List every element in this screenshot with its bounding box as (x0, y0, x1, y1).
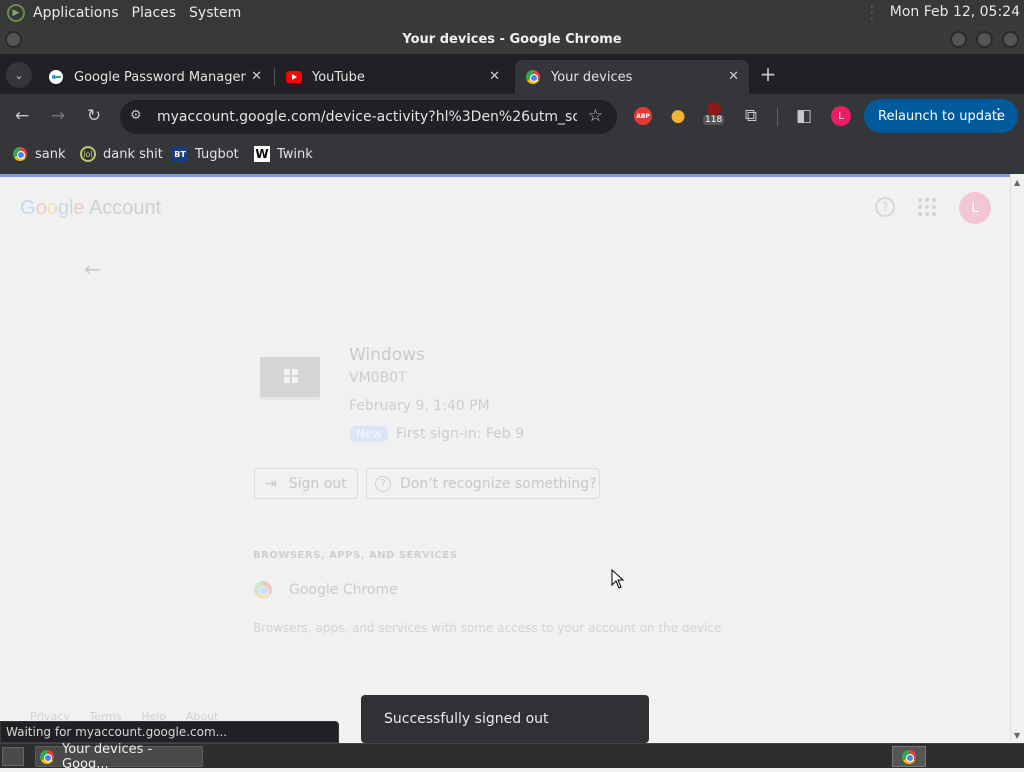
back-icon[interactable]: ← (9, 103, 35, 129)
scroll-down-icon[interactable]: ▼ (1014, 731, 1020, 740)
lol-icon: lol (80, 146, 96, 162)
taskbar-window-button[interactable]: Your devices - Goog... (35, 742, 203, 772)
extensions-puzzle-icon[interactable]: ⧉ (738, 103, 764, 129)
app-row-chrome[interactable]: Google Chrome (254, 581, 398, 599)
adblock-icon[interactable]: ABP (630, 103, 656, 129)
menu-system[interactable]: System (189, 5, 241, 21)
chrome-icon (254, 581, 272, 599)
device-date: February 9, 1:40 PM (349, 398, 490, 414)
sign-out-icon: ⇥ (265, 475, 277, 492)
dont-recognize-button[interactable]: ? Don’t recognize something? (366, 468, 600, 499)
tab-youtube[interactable]: YouTube ✕ (276, 60, 510, 94)
bookmark-sank[interactable]: sank (12, 146, 66, 162)
profile-avatar[interactable]: L (828, 103, 854, 129)
bookmark-tugbot[interactable]: BT Tugbot (172, 146, 239, 162)
close-tab-icon[interactable]: ✕ (489, 69, 500, 84)
tab-label: Your devices (551, 69, 633, 85)
address-bar[interactable]: ⚙ myaccount.google.com/device-activity?h… (120, 100, 617, 134)
account-avatar[interactable]: L (959, 192, 991, 224)
reload-icon[interactable]: ↻ (81, 103, 107, 129)
bookmark-twink[interactable]: W Twink (254, 146, 313, 162)
tab-password-manager[interactable]: Google Password Manager ✕ (38, 60, 272, 94)
extension-person-icon[interactable]: ● (665, 103, 691, 129)
bookmark-star-icon[interactable]: ☆ (588, 106, 603, 126)
site-info-icon[interactable]: ⚙ (130, 108, 142, 123)
page-scrollbar[interactable]: ▲ ▼ (1010, 174, 1024, 742)
tab-strip: ⌄ Google Password Manager ✕ YouTube ✕ Yo… (0, 54, 1024, 94)
w-icon: W (254, 146, 270, 162)
close-tab-icon[interactable]: ✕ (728, 69, 739, 84)
tray-chrome-icon[interactable] (892, 746, 926, 767)
relaunch-label: Relaunch to update (878, 108, 1006, 124)
apps-grid-icon[interactable] (918, 198, 936, 216)
help-icon[interactable]: ? (875, 197, 895, 217)
side-panel-icon[interactable]: ◧ (791, 103, 817, 129)
panel-handle-icon: · · · (870, 0, 874, 26)
browser-toolbar: ← → ↻ ⚙ myaccount.google.com/device-acti… (0, 94, 1024, 138)
back-arrow-icon[interactable]: ← (84, 257, 101, 281)
tab-your-devices[interactable]: Your devices ✕ (515, 60, 749, 94)
new-tab-button[interactable]: + (755, 61, 781, 87)
extension-counter-icon[interactable]: 118 (701, 102, 727, 128)
close-window-icon[interactable] (1002, 31, 1019, 48)
password-manager-icon (48, 69, 64, 85)
menu-applications[interactable]: Applications (33, 5, 119, 21)
forward-icon[interactable]: → (45, 103, 71, 129)
device-id: VM0B0T (349, 370, 407, 386)
taskbar: Your devices - Goog... (0, 742, 1024, 772)
page-content: Google Account ? L ← Windows VM0B0T Febr… (0, 177, 1010, 742)
minimize-icon[interactable] (950, 31, 967, 48)
scroll-up-icon[interactable]: ▲ (1014, 178, 1020, 187)
snackbar-toast: Successfully signed out (361, 695, 649, 743)
section-label: BROWSERS, APPS, AND SERVICES (253, 550, 458, 561)
close-tab-icon[interactable]: ✕ (251, 69, 262, 84)
tab-search-icon[interactable]: ⌄ (6, 62, 32, 88)
tab-label: YouTube (312, 69, 365, 85)
more-vert-icon[interactable]: ⋮ (991, 105, 1006, 123)
distro-logo-icon[interactable]: ▶ (7, 3, 25, 22)
extension-badge: 118 (703, 115, 725, 125)
mouse-cursor-icon (611, 569, 625, 589)
new-badge: New (350, 426, 389, 442)
bookmarks-bar: sank lol dank shit BT Tugbot W Twink (0, 138, 1024, 174)
clock[interactable]: Mon Feb 12, 05:24 (890, 4, 1020, 20)
bt-icon: BT (172, 146, 188, 162)
maximize-icon[interactable] (976, 31, 993, 48)
first-signin-text: First sign-in: Feb 9 (396, 426, 524, 442)
section-description: Browsers, apps, and services with some a… (253, 621, 722, 635)
window-title-bar[interactable]: Your devices - Google Chrome (0, 25, 1024, 54)
tab-label: Google Password Manager (74, 69, 246, 85)
youtube-icon (286, 69, 302, 85)
window-menu-icon[interactable] (5, 31, 22, 48)
sign-out-button[interactable]: ⇥ Sign out (254, 468, 358, 499)
menu-places[interactable]: Places (132, 5, 177, 21)
bookmark-dank-shit[interactable]: lol dank shit (80, 146, 163, 162)
help-circle-icon: ? (375, 475, 391, 492)
desktop-top-bar: ▶ Applications Places System · · · Mon Feb… (0, 0, 1024, 25)
status-bubble: Waiting for myaccount.google.com... (0, 721, 339, 743)
relaunch-button[interactable]: Relaunch to update ⋮ (864, 99, 1018, 133)
window-title: Your devices - Google Chrome (402, 32, 622, 47)
show-desktop-icon[interactable] (2, 747, 24, 766)
chrome-icon (40, 749, 54, 764)
device-name: Windows (349, 345, 425, 365)
google-icon (525, 69, 541, 85)
google-account-logo[interactable]: Google Account (20, 197, 161, 220)
windows-device-icon (260, 357, 320, 397)
google-icon (12, 146, 28, 162)
url-text[interactable]: myaccount.google.com/device-activity?hl%… (157, 109, 577, 125)
